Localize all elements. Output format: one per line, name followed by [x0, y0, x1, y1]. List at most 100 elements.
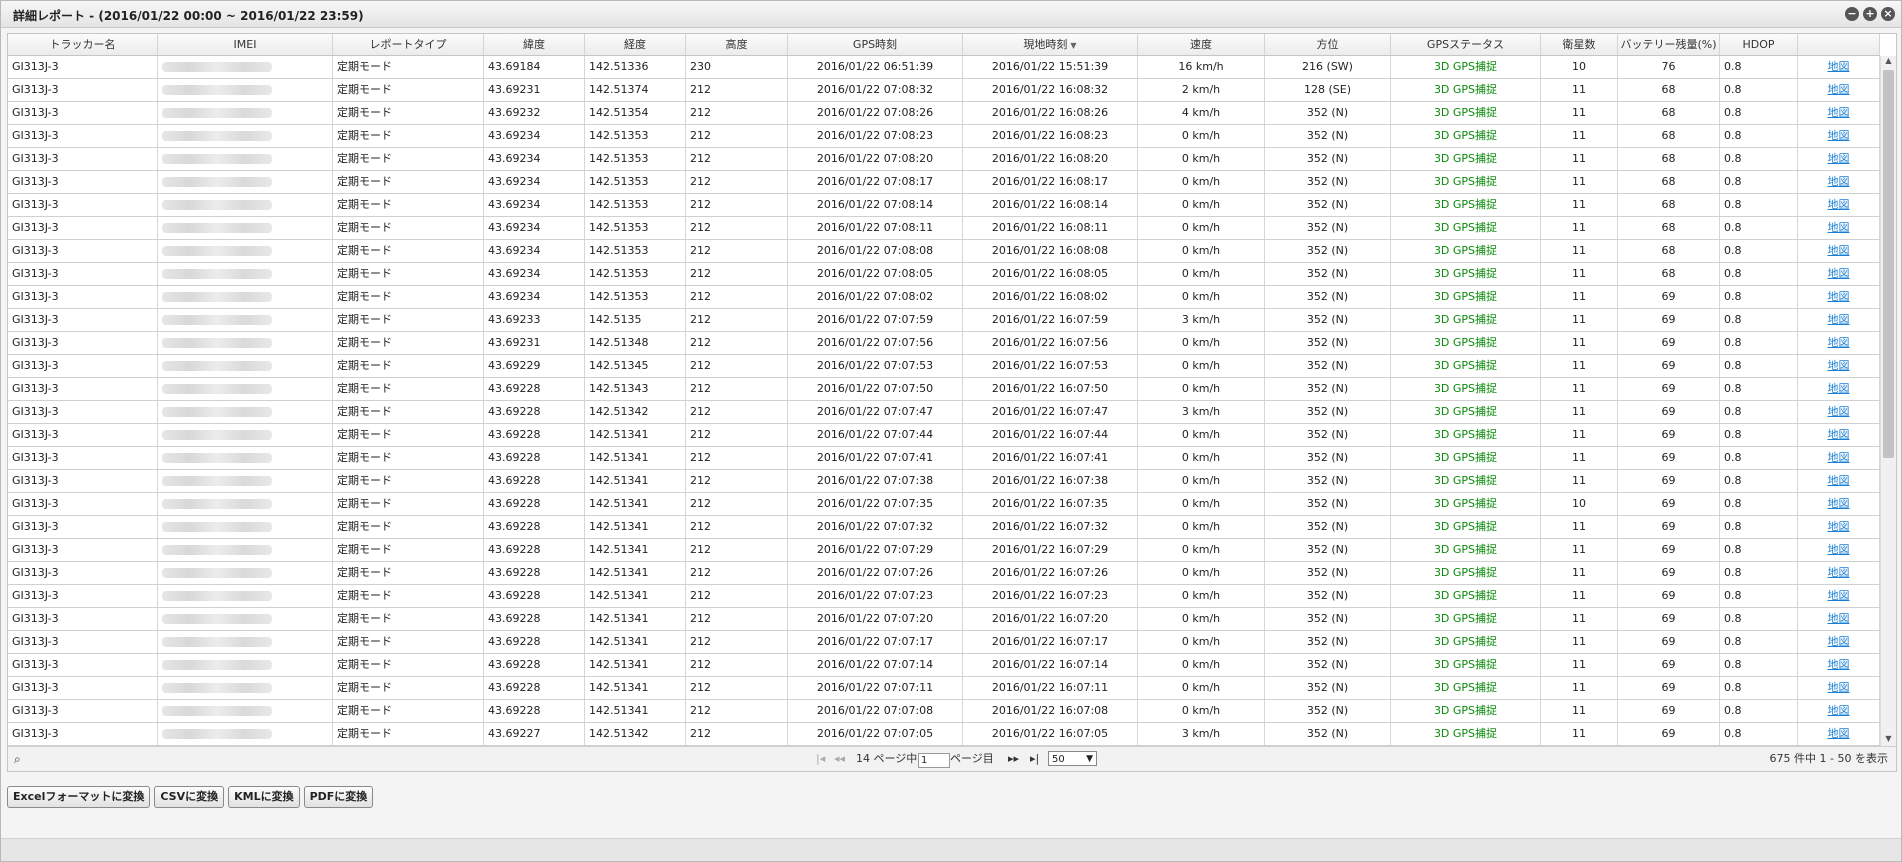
last-page-icon[interactable]: ▸|: [1030, 747, 1039, 771]
map-link[interactable]: 地図: [1828, 313, 1850, 326]
cell-map[interactable]: 地図: [1798, 102, 1880, 124]
cell-map[interactable]: 地図: [1798, 401, 1880, 423]
table-row[interactable]: GI313J-3 定期モード 43.69228 142.51343 212 2016/01…: [8, 378, 1880, 401]
column-header-gps-time[interactable]: GPS時刻: [788, 34, 963, 55]
map-link[interactable]: 地図: [1828, 474, 1850, 487]
export-csv-button[interactable]: CSVに変換: [154, 786, 225, 808]
cell-map[interactable]: 地図: [1798, 677, 1880, 699]
cell-map[interactable]: 地図: [1798, 217, 1880, 239]
map-link[interactable]: 地図: [1828, 152, 1850, 165]
column-header-type[interactable]: レポートタイプ: [333, 34, 484, 55]
export-kml-button[interactable]: KMLに変換: [228, 786, 300, 808]
maximize-icon[interactable]: +: [1863, 7, 1877, 21]
cell-map[interactable]: 地図: [1798, 171, 1880, 193]
cell-map[interactable]: 地図: [1798, 700, 1880, 722]
page-size-select[interactable]: 50 ▼: [1048, 751, 1097, 766]
map-link[interactable]: 地図: [1828, 359, 1850, 372]
table-row[interactable]: GI313J-3 定期モード 43.69234 142.51353 212 2016/01…: [8, 240, 1880, 263]
map-link[interactable]: 地図: [1828, 704, 1850, 717]
map-link[interactable]: 地図: [1828, 267, 1850, 280]
map-link[interactable]: 地図: [1828, 290, 1850, 303]
column-header-bearing[interactable]: 方位: [1265, 34, 1391, 55]
column-header-lat[interactable]: 緯度: [484, 34, 585, 55]
table-row[interactable]: GI313J-3 定期モード 43.69228 142.51341 212 2016/01…: [8, 654, 1880, 677]
map-link[interactable]: 地図: [1828, 83, 1850, 96]
column-header-speed[interactable]: 速度: [1138, 34, 1265, 55]
table-row[interactable]: GI313J-3 定期モード 43.69228 142.51341 212 2016/01…: [8, 700, 1880, 723]
table-row[interactable]: GI313J-3 定期モード 43.69234 142.51353 212 2016/01…: [8, 171, 1880, 194]
cell-map[interactable]: 地図: [1798, 309, 1880, 331]
table-row[interactable]: GI313J-3 定期モード 43.69234 142.51353 212 2016/01…: [8, 263, 1880, 286]
cell-map[interactable]: 地図: [1798, 608, 1880, 630]
column-header-lon[interactable]: 経度: [585, 34, 686, 55]
map-link[interactable]: 地図: [1828, 175, 1850, 188]
map-link[interactable]: 地図: [1828, 520, 1850, 533]
cell-map[interactable]: 地図: [1798, 723, 1880, 745]
map-link[interactable]: 地図: [1828, 589, 1850, 602]
map-link[interactable]: 地図: [1828, 612, 1850, 625]
minimize-icon[interactable]: −: [1845, 7, 1859, 21]
cell-map[interactable]: 地図: [1798, 332, 1880, 354]
cell-map[interactable]: 地図: [1798, 194, 1880, 216]
table-row[interactable]: GI313J-3 定期モード 43.69228 142.51341 212 2016/01…: [8, 493, 1880, 516]
cell-map[interactable]: 地図: [1798, 148, 1880, 170]
vertical-scrollbar[interactable]: ▲ ▼: [1880, 56, 1896, 746]
table-row[interactable]: GI313J-3 定期モード 43.69228 142.51341 212 2016/01…: [8, 424, 1880, 447]
cell-map[interactable]: 地図: [1798, 470, 1880, 492]
map-link[interactable]: 地図: [1828, 658, 1850, 671]
table-row[interactable]: GI313J-3 定期モード 43.69232 142.51354 212 2016/01…: [8, 102, 1880, 125]
table-row[interactable]: GI313J-3 定期モード 43.69228 142.51341 212 2016/01…: [8, 470, 1880, 493]
table-row[interactable]: GI313J-3 定期モード 43.69233 142.5135 212 2016/01/…: [8, 309, 1880, 332]
map-link[interactable]: 地図: [1828, 428, 1850, 441]
table-row[interactable]: GI313J-3 定期モード 43.69229 142.51345 212 2016/01…: [8, 355, 1880, 378]
cell-map[interactable]: 地図: [1798, 378, 1880, 400]
table-row[interactable]: GI313J-3 定期モード 43.69228 142.51341 212 2016/01…: [8, 516, 1880, 539]
table-row[interactable]: GI313J-3 定期モード 43.69234 142.51353 212 2016/01…: [8, 125, 1880, 148]
cell-map[interactable]: 地図: [1798, 286, 1880, 308]
magnifier-icon[interactable]: ⌕: [14, 747, 21, 771]
close-icon[interactable]: ×: [1881, 7, 1895, 21]
cell-map[interactable]: 地図: [1798, 263, 1880, 285]
table-row[interactable]: GI313J-3 定期モード 43.69231 142.51374 212 2016/01…: [8, 79, 1880, 102]
table-row[interactable]: GI313J-3 定期モード 43.69231 142.51348 212 2016/01…: [8, 332, 1880, 355]
map-link[interactable]: 地図: [1828, 566, 1850, 579]
column-header-tracker[interactable]: トラッカー名: [8, 34, 158, 55]
column-header-local-time[interactable]: 現地時刻 ▼: [963, 34, 1138, 55]
map-link[interactable]: 地図: [1828, 681, 1850, 694]
cell-map[interactable]: 地図: [1798, 539, 1880, 561]
cell-map[interactable]: 地図: [1798, 631, 1880, 653]
cell-map[interactable]: 地図: [1798, 516, 1880, 538]
map-link[interactable]: 地図: [1828, 60, 1850, 73]
table-row[interactable]: GI313J-3 定期モード 43.69234 142.51353 212 2016/01…: [8, 148, 1880, 171]
table-row[interactable]: GI313J-3 定期モード 43.69234 142.51353 212 2016/01…: [8, 194, 1880, 217]
cell-map[interactable]: 地図: [1798, 355, 1880, 377]
export-excel-button[interactable]: Excelフォーマットに変換: [7, 786, 151, 808]
map-link[interactable]: 地図: [1828, 129, 1850, 142]
map-link[interactable]: 地図: [1828, 635, 1850, 648]
map-link[interactable]: 地図: [1828, 106, 1850, 119]
map-link[interactable]: 地図: [1828, 405, 1850, 418]
map-link[interactable]: 地図: [1828, 543, 1850, 556]
table-row[interactable]: GI313J-3 定期モード 43.69228 142.51341 212 2016/01…: [8, 539, 1880, 562]
map-link[interactable]: 地図: [1828, 497, 1850, 510]
map-link[interactable]: 地図: [1828, 382, 1850, 395]
table-row[interactable]: GI313J-3 定期モード 43.69228 142.51341 212 2016/01…: [8, 631, 1880, 654]
column-header-battery[interactable]: バッテリー残量(%): [1618, 34, 1720, 55]
export-pdf-button[interactable]: PDFに変換: [303, 786, 374, 808]
column-header-alt[interactable]: 高度: [686, 34, 788, 55]
table-row[interactable]: GI313J-3 定期モード 43.69184 142.51336 230 2016/01…: [8, 56, 1880, 79]
scroll-down-icon[interactable]: ▼: [1881, 734, 1896, 746]
map-link[interactable]: 地図: [1828, 198, 1850, 211]
table-row[interactable]: GI313J-3 定期モード 43.69228 142.51341 212 2016/01…: [8, 677, 1880, 700]
table-row[interactable]: GI313J-3 定期モード 43.69228 142.51341 212 2016/01…: [8, 562, 1880, 585]
map-link[interactable]: 地図: [1828, 336, 1850, 349]
column-header-hdop[interactable]: HDOP: [1720, 34, 1798, 55]
table-row[interactable]: GI313J-3 定期モード 43.69228 142.51342 212 2016/01…: [8, 401, 1880, 424]
table-row[interactable]: GI313J-3 定期モード 43.69228 142.51341 212 2016/01…: [8, 585, 1880, 608]
cell-map[interactable]: 地図: [1798, 79, 1880, 101]
cell-map[interactable]: 地図: [1798, 585, 1880, 607]
map-link[interactable]: 地図: [1828, 244, 1850, 257]
map-link[interactable]: 地図: [1828, 727, 1850, 740]
scroll-up-icon[interactable]: ▲: [1881, 56, 1896, 68]
cell-map[interactable]: 地図: [1798, 424, 1880, 446]
